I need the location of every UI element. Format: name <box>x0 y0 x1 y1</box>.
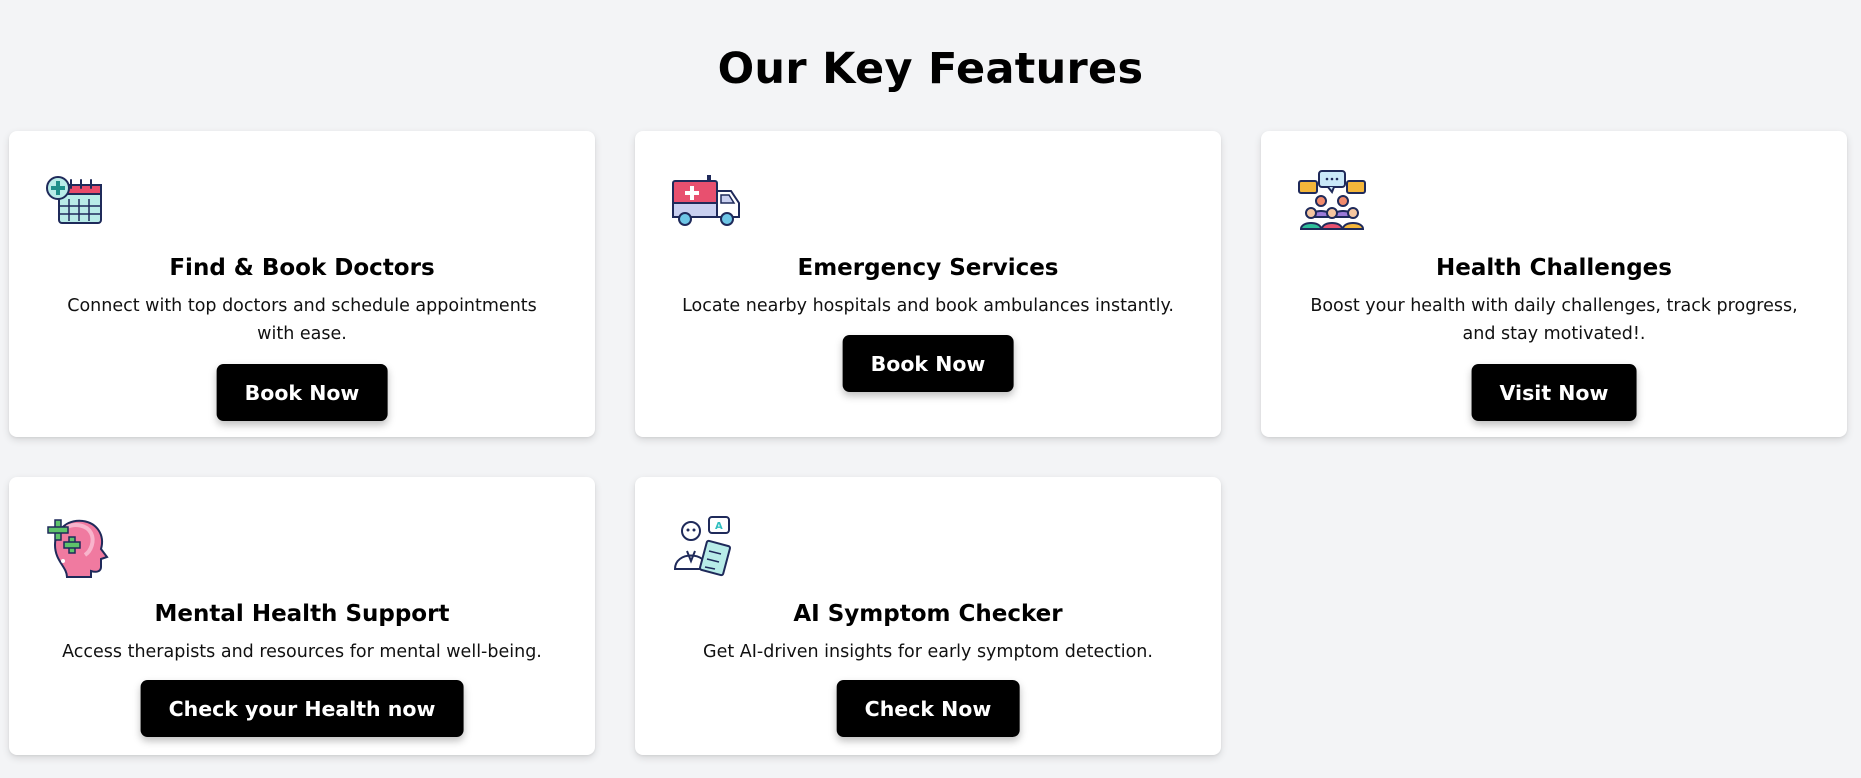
feature-title: Health Challenges <box>1436 255 1672 281</box>
feature-title: Emergency Services <box>797 255 1059 281</box>
feature-description: Locate nearby hospitals and book ambulan… <box>682 296 1174 316</box>
feature-card-emergency-services: Emergency Services Locate nearby hospita… <box>635 131 1221 437</box>
feature-card-health-challenges: Health Challenges Boost your health with… <box>1261 131 1847 437</box>
feature-title: Mental Health Support <box>154 601 450 627</box>
check-now-button[interactable]: Check Now <box>836 680 1020 737</box>
mental-health-head-icon <box>45 515 117 579</box>
feature-description: Boost your health with daily challenges,… <box>1310 296 1798 344</box>
group-chat-icon <box>1297 169 1369 233</box>
feature-description: Get AI-driven insights for early symptom… <box>703 642 1153 662</box>
ambulance-icon <box>671 169 743 233</box>
page-title: Our Key Features <box>717 44 1144 94</box>
ai-doctor-icon: A <box>671 515 743 579</box>
book-now-button[interactable]: Book Now <box>216 364 388 421</box>
feature-card-find-book-doctors: Find & Book Doctors Connect with top doc… <box>9 131 595 437</box>
svg-text:A: A <box>715 521 723 532</box>
visit-now-button[interactable]: Visit Now <box>1471 364 1637 421</box>
feature-title: AI Symptom Checker <box>793 601 1063 627</box>
book-now-button[interactable]: Book Now <box>842 335 1014 392</box>
feature-title: Find & Book Doctors <box>169 255 435 281</box>
feature-description: Access therapists and resources for ment… <box>62 642 542 662</box>
feature-description: Connect with top doctors and schedule ap… <box>67 296 537 344</box>
feature-card-ai-symptom-checker: A AI Symptom Checker Get AI-driven insig… <box>635 477 1221 755</box>
calendar-medical-icon <box>45 169 117 233</box>
feature-card-mental-health-support: Mental Health Support Access therapists … <box>9 477 595 755</box>
check-your-health-now-button[interactable]: Check your Health now <box>140 680 464 737</box>
